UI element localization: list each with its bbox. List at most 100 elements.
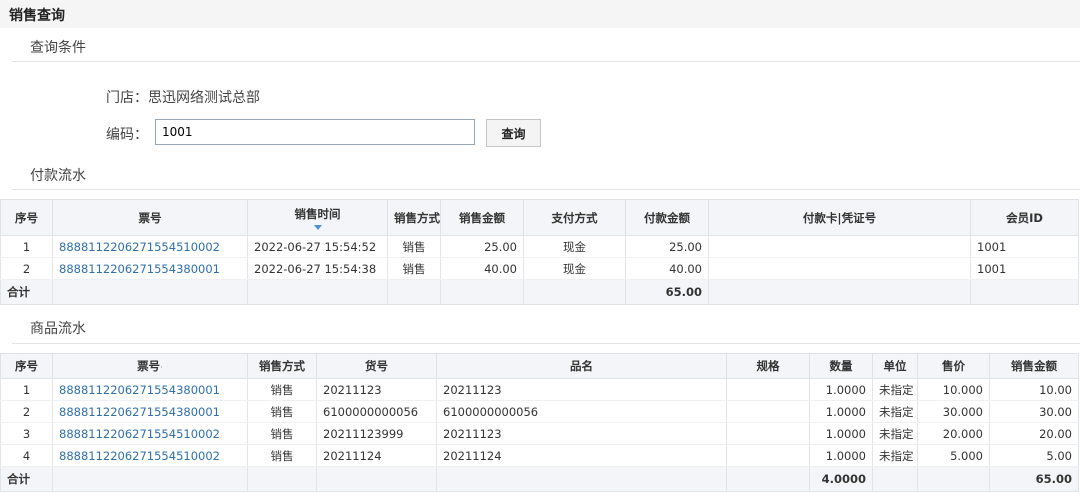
cell-spec [726, 400, 810, 423]
empty-cell [440, 279, 524, 305]
col-header-no[interactable]: 序号 [0, 199, 53, 236]
col-header-sale-amount[interactable]: 销售金额 [989, 353, 1079, 379]
cell-mode: 销售 [387, 235, 441, 258]
cell-no: 1 [0, 235, 53, 258]
cell-unit: 未指定 [872, 378, 918, 401]
cell-code: 20211123 [316, 378, 437, 401]
table-row[interactable]: 4 8888112206271554510002 销售 20211124 202… [0, 444, 1079, 467]
divider [12, 343, 1080, 344]
cell-member: 1001 [970, 235, 1079, 258]
cell-qty: 1.0000 [809, 400, 873, 423]
cell-code: 6100000000056 [316, 400, 437, 423]
empty-cell [52, 466, 248, 492]
col-header-member-id[interactable]: 会员ID [970, 199, 1079, 236]
table-row[interactable]: 1 8888112206271554510002 2022-06-27 15:5… [0, 235, 1079, 258]
cell-card [708, 257, 971, 280]
cell-unit: 未指定 [872, 422, 918, 445]
cell-amount: 5.00 [989, 444, 1079, 467]
col-header-sale-mode[interactable]: 销售方式 [247, 353, 317, 379]
col-header-unit[interactable]: 单位 [872, 353, 918, 379]
cell-qty: 1.0000 [809, 422, 873, 445]
total-paid: 65.00 [625, 279, 709, 305]
empty-cell [917, 466, 990, 492]
cell-time: 2022-06-27 15:54:38 [247, 257, 388, 280]
col-header-price[interactable]: 售价 [917, 353, 990, 379]
cell-time: 2022-06-27 15:54:52 [247, 235, 388, 258]
col-header-paid-amount[interactable]: 付款金额 [625, 199, 709, 236]
cell-price: 10.000 [917, 378, 990, 401]
cell-pay: 现金 [523, 257, 626, 280]
empty-cell [726, 466, 810, 492]
cell-qty: 1.0000 [809, 444, 873, 467]
cell-pay: 现金 [523, 235, 626, 258]
cell-price: 5.000 [917, 444, 990, 467]
col-header-sale-mode[interactable]: 销售方式 [387, 199, 441, 236]
ticket-link[interactable]: 8888112206271554380001 [52, 257, 248, 280]
ticket-link[interactable]: 8888112206271554510002 [52, 235, 248, 258]
table-row[interactable]: 2 8888112206271554380001 2022-06-27 15:5… [0, 257, 1079, 280]
cell-no: 4 [0, 444, 53, 467]
page-header: 销售查询 [0, 0, 1080, 28]
table-row[interactable]: 2 8888112206271554380001 销售 610000000005… [0, 400, 1079, 423]
sort-indicator-icon: · [160, 363, 163, 373]
col-header-sale-time-label: 销售时间 [294, 206, 341, 221]
ticket-link[interactable]: 8888112206271554510002 [52, 444, 248, 467]
col-header-item-name[interactable]: 品名 [436, 353, 727, 379]
cell-amount: 30.00 [989, 400, 1079, 423]
empty-cell [247, 279, 388, 305]
goods-table: 序号 票号· 销售方式 货号 品名 规格 数量 单位 售价 销售金额 1 888… [0, 353, 1079, 492]
col-header-ticket[interactable]: 票号· [52, 353, 248, 379]
ticket-link[interactable]: 8888112206271554380001 [52, 400, 248, 423]
empty-cell [708, 279, 971, 305]
divider [12, 61, 1080, 62]
total-row: 合计 4.0000 65.00 [0, 466, 1079, 492]
query-section-title: 查询条件 [30, 40, 86, 56]
code-label: 编码： [106, 127, 148, 143]
cell-no: 2 [0, 257, 53, 280]
cell-no: 3 [0, 422, 53, 445]
col-header-sale-amount[interactable]: 销售金额 [440, 199, 524, 236]
empty-cell [970, 279, 1079, 305]
cell-spec [726, 422, 810, 445]
col-header-item-code[interactable]: 货号 [316, 353, 437, 379]
cell-amount: 25.00 [440, 235, 524, 258]
col-header-pay-method[interactable]: 支付方式 [523, 199, 626, 236]
cell-amount: 40.00 [440, 257, 524, 280]
cell-no: 2 [0, 400, 53, 423]
empty-cell [247, 466, 317, 492]
empty-cell [872, 466, 918, 492]
empty-cell [436, 466, 727, 492]
divider [12, 189, 1080, 190]
empty-cell [52, 279, 248, 305]
total-label: 合计 [0, 466, 53, 492]
col-header-no[interactable]: 序号 [0, 353, 53, 379]
cell-amount: 10.00 [989, 378, 1079, 401]
col-header-ticket[interactable]: 票号 [52, 199, 248, 236]
cell-spec [726, 444, 810, 467]
payment-table: 序号 票号 销售时间 销售方式 销售金额 支付方式 付款金额 付款卡|凭证号 会… [0, 199, 1079, 305]
payment-section-title: 付款流水 [30, 168, 86, 184]
total-label: 合计 [0, 279, 53, 305]
cell-spec [726, 378, 810, 401]
ticket-link[interactable]: 8888112206271554380001 [52, 378, 248, 401]
cell-qty: 1.0000 [809, 378, 873, 401]
ticket-link[interactable]: 8888112206271554510002 [52, 422, 248, 445]
cell-mode: 销售 [387, 257, 441, 280]
cell-name: 20211123 [436, 422, 727, 445]
col-header-qty[interactable]: 数量 [809, 353, 873, 379]
cell-price: 30.000 [917, 400, 990, 423]
cell-unit: 未指定 [872, 444, 918, 467]
cell-name: 20211123 [436, 378, 727, 401]
cell-member: 1001 [970, 257, 1079, 280]
code-input[interactable] [155, 119, 475, 145]
page-title: 销售查询 [9, 8, 65, 24]
col-header-sale-time[interactable]: 销售时间 [247, 199, 388, 236]
col-header-card-voucher[interactable]: 付款卡|凭证号 [708, 199, 971, 236]
table-row[interactable]: 3 8888112206271554510002 销售 20211123999 … [0, 422, 1079, 445]
col-header-spec[interactable]: 规格 [726, 353, 810, 379]
cell-code: 20211124 [316, 444, 437, 467]
cell-mode: 销售 [247, 422, 317, 445]
cell-mode: 销售 [247, 444, 317, 467]
search-button[interactable]: 查询 [486, 119, 541, 147]
table-row[interactable]: 1 8888112206271554380001 销售 20211123 202… [0, 378, 1079, 401]
